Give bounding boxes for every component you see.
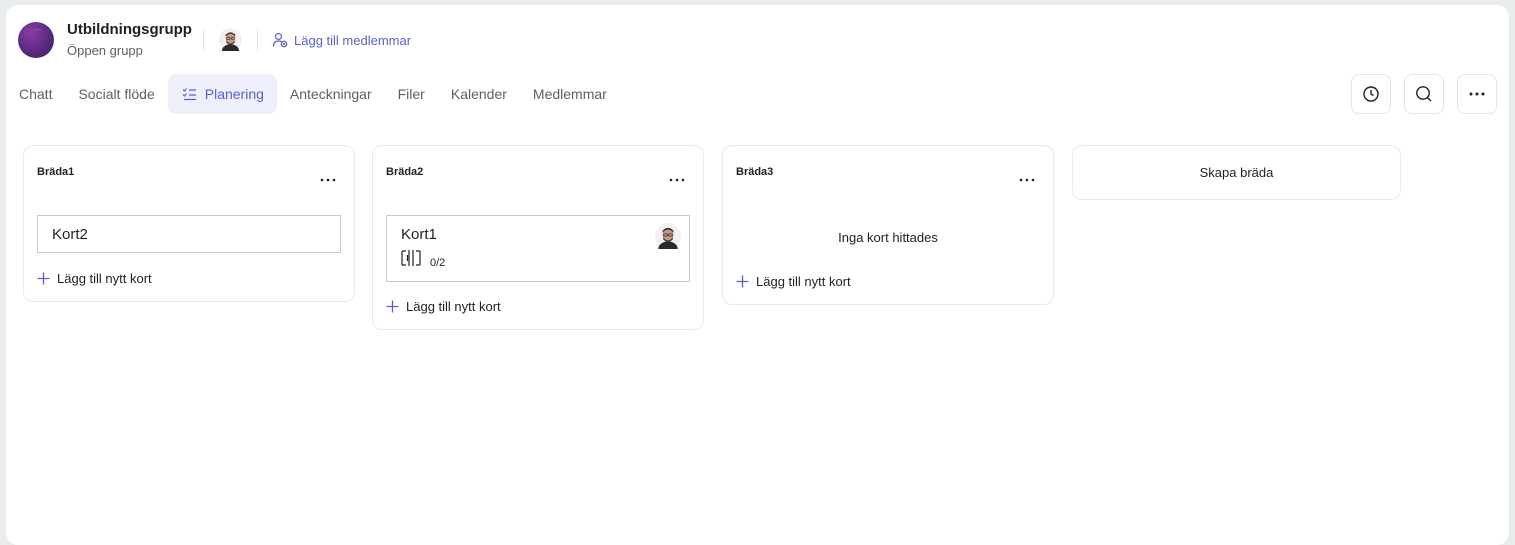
search-button[interactable] — [1404, 74, 1444, 114]
add-card-label: Lägg till nytt kort — [756, 273, 851, 289]
tab-label: Medlemmar — [532, 86, 607, 102]
empty-board-message: Inga kort hittades — [838, 230, 938, 245]
tab-anteckningar[interactable]: Anteckningar — [277, 74, 385, 114]
tab-label: Filer — [397, 86, 425, 102]
tab-label: Kalender — [450, 86, 507, 102]
tab-label: Chatt — [19, 86, 53, 102]
plus-icon — [386, 300, 399, 312]
assignee-avatar[interactable] — [655, 223, 681, 249]
tab-kalender[interactable]: Kalender — [438, 74, 520, 114]
checklist-icon — [182, 88, 196, 101]
card-title: Kort1 — [401, 226, 437, 243]
board-menu-button[interactable] — [316, 172, 340, 188]
add-card-button[interactable]: Lägg till nytt kort — [736, 271, 851, 291]
group-avatar-logo: ◦◦◦◦ — [34, 27, 41, 32]
add-card-button[interactable]: Lägg till nytt kort — [37, 268, 152, 288]
add-card-label: Lägg till nytt kort — [57, 270, 152, 286]
plus-icon — [37, 272, 50, 284]
add-members-button[interactable]: Lägg till medlemmar — [272, 30, 411, 50]
tab-socialt-flode[interactable]: Socialt flöde — [65, 74, 167, 114]
history-button[interactable] — [1351, 74, 1391, 114]
tab-label: Socialt flöde — [78, 86, 155, 102]
checklist-progress: 0/2 — [430, 257, 446, 269]
tab-bar: Chatt Socialt flöde Planering Anteckning… — [6, 74, 620, 114]
task-card[interactable]: Kort2 — [37, 215, 341, 253]
header-divider — [203, 29, 204, 51]
tab-filer[interactable]: Filer — [385, 74, 438, 114]
plus-icon — [736, 275, 749, 287]
more-icon — [320, 178, 336, 182]
group-avatar[interactable]: ◦◦◦◦ — [18, 22, 54, 58]
add-user-icon — [272, 32, 288, 48]
app-window: ◦◦◦◦ Utbildningsgrupp Öppen grupp Lägg t… — [6, 5, 1509, 545]
member-avatar[interactable] — [219, 28, 242, 51]
add-members-label: Lägg till medlemmar — [294, 32, 412, 48]
group-title: Utbildningsgrupp — [67, 21, 192, 38]
board-title: Bräda3 — [736, 166, 774, 178]
tab-planering[interactable]: Planering — [167, 74, 277, 114]
card-title: Kort2 — [52, 226, 88, 243]
board-title: Bräda1 — [37, 166, 75, 178]
tab-medlemmar[interactable]: Medlemmar — [520, 74, 620, 114]
board-title: Bräda2 — [386, 166, 424, 178]
clock-icon — [1363, 86, 1379, 102]
board: Bräda3 Inga kort hittades Lägg till nytt… — [722, 145, 1054, 305]
tab-chatt[interactable]: Chatt — [6, 74, 65, 114]
board: Bräda2 Kort1 0/2 Lägg till nytt kort — [372, 145, 704, 330]
tab-label: Anteckningar — [289, 86, 372, 102]
add-card-label: Lägg till nytt kort — [406, 298, 501, 314]
group-type: Öppen grupp — [67, 43, 143, 58]
more-icon — [1019, 178, 1035, 182]
task-card[interactable]: Kort1 0/2 — [386, 215, 690, 282]
more-options-button[interactable] — [1457, 74, 1497, 114]
tab-label: Planering — [204, 86, 264, 102]
board-menu-button[interactable] — [665, 172, 689, 188]
checklist-icon — [401, 250, 421, 266]
search-icon — [1416, 86, 1432, 102]
more-icon — [669, 178, 685, 182]
board-menu-button[interactable] — [1015, 172, 1039, 188]
add-card-button[interactable]: Lägg till nytt kort — [386, 296, 501, 316]
more-icon — [1469, 92, 1485, 96]
create-board-label: Skapa bräda — [1199, 165, 1274, 180]
header-divider — [257, 29, 258, 51]
create-board-button[interactable]: Skapa bräda — [1072, 145, 1401, 200]
board: Bräda1 Kort2 Lägg till nytt kort — [23, 145, 355, 302]
